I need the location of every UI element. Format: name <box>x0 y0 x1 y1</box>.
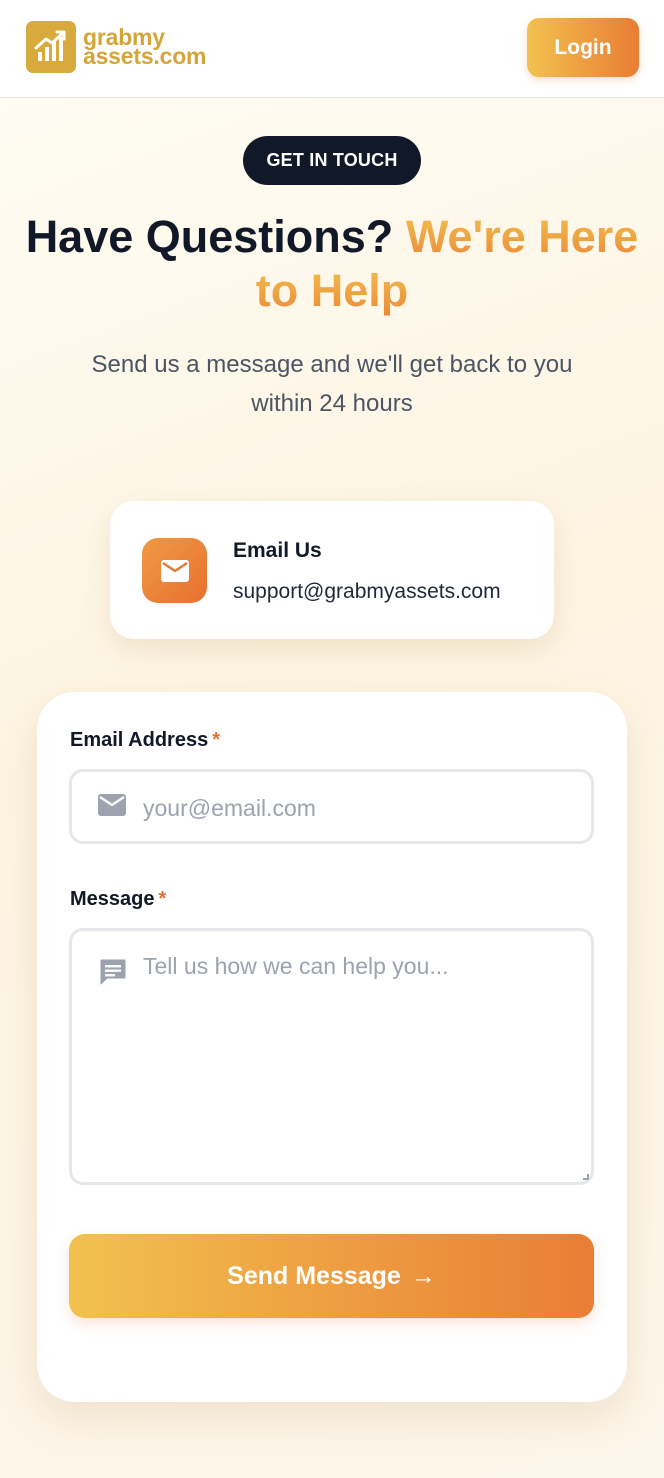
page-subtitle: Send us a message and we'll get back to … <box>91 351 573 417</box>
required-marker: * <box>158 888 167 910</box>
resize-handle[interactable] <box>583 1174 589 1180</box>
top-nav: grabmy assets.com Login <box>0 0 664 98</box>
logo[interactable]: grabmy assets.com <box>26 21 207 73</box>
headline-dark: Have Questions? <box>25 211 394 262</box>
contact-form: Email Address * your@email.com Message * T… <box>37 692 627 1402</box>
message-placeholder: Tell us how we can help you... <box>143 953 449 979</box>
message-label-text: Message <box>70 888 155 910</box>
logo-wordmark: grabmy assets.com <box>83 26 207 69</box>
logo-line-2: assets.com <box>83 43 207 69</box>
required-marker: * <box>212 729 220 751</box>
login-button[interactable]: Login <box>527 18 639 77</box>
section-badge: GET IN TOUCH <box>243 136 421 185</box>
message-field-label: Message * <box>70 888 166 911</box>
logo-chart-icon <box>26 21 76 73</box>
email-field-label: Email Address * <box>70 729 220 752</box>
email-card-title: Email Us <box>233 539 322 562</box>
message-icon <box>98 957 128 992</box>
send-button-label: Send Message <box>227 1261 401 1290</box>
email-field[interactable]: your@email.com <box>69 769 594 844</box>
mail-icon <box>142 538 207 603</box>
arrow-right-icon: → <box>410 1261 436 1290</box>
email-label-text: Email Address <box>70 729 209 751</box>
support-email-link[interactable]: support@grabmyassets.com <box>233 580 501 604</box>
email-placeholder: your@email.com <box>143 795 316 821</box>
message-textarea[interactable]: Tell us how we can help you... <box>69 928 594 1185</box>
send-message-button[interactable]: Send Message → <box>69 1234 594 1318</box>
mail-icon <box>98 794 126 821</box>
page-title: Have Questions? We're Here to Help <box>0 210 664 318</box>
email-contact-card: Email Us support@grabmyassets.com <box>110 501 554 639</box>
